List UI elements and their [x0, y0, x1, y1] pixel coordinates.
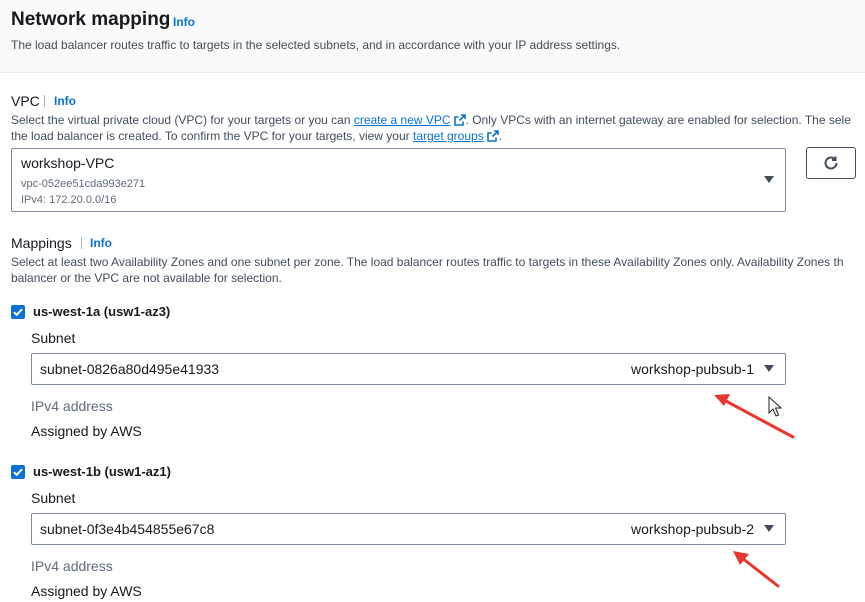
vpc-label-divider — [44, 95, 45, 107]
az-checkbox-us-west-1a[interactable] — [11, 305, 25, 319]
vpc-description-line-1: Select the virtual private cloud (VPC) f… — [11, 112, 851, 128]
refresh-icon — [824, 156, 838, 170]
external-link-icon — [453, 114, 466, 126]
ipv4-label-1: IPv4 address — [31, 398, 113, 414]
caret-down-icon — [764, 525, 774, 532]
annotation-arrow-icon — [714, 394, 795, 439]
annotation-overlay — [714, 394, 795, 588]
vpc-description-line-2: the load balancer is created. To confirm… — [11, 128, 502, 144]
section-header: Network mapping Info The load balancer r… — [0, 0, 865, 73]
external-link-icon — [486, 130, 499, 142]
ipv4-value-2: Assigned by AWS — [31, 583, 142, 599]
mappings-label-divider — [81, 237, 82, 249]
subnet-select-us-west-1b[interactable]: subnet-0f3e4b454855e67c8 workshop-pubsub… — [31, 513, 786, 545]
section-info-link[interactable]: Info — [173, 15, 195, 29]
vpc-desc-text-1: Select the virtual private cloud (VPC) f… — [11, 113, 354, 127]
vpc-selected-name: workshop-VPC — [21, 155, 115, 171]
subnet-label-2: Subnet — [31, 490, 76, 506]
ipv4-value-1: Assigned by AWS — [31, 423, 142, 439]
checkmark-icon — [13, 468, 23, 477]
target-groups-link-text[interactable]: target groups — [413, 129, 484, 143]
mappings-description-line-2: balancer or the VPC are not available fo… — [11, 271, 282, 285]
create-vpc-link-text[interactable]: create a new VPC — [354, 113, 451, 127]
mouse-cursor-icon — [768, 395, 783, 417]
mappings-info-link[interactable]: Info — [90, 236, 112, 250]
az-label-us-west-1a[interactable]: us-west-1a (usw1-az3) — [33, 304, 170, 319]
vpc-select[interactable]: workshop-VPC vpc-052ee51cda993e271 IPv4:… — [11, 148, 786, 212]
az-label-us-west-1b[interactable]: us-west-1b (usw1-az1) — [33, 464, 171, 479]
vpc-selected-cidr: IPv4: 172.20.0.0/16 — [21, 194, 117, 206]
subnet-select-us-west-1a[interactable]: subnet-0826a80d495e41933 workshop-pubsub… — [31, 353, 786, 385]
create-vpc-link[interactable]: create a new VPC — [354, 113, 466, 127]
mappings-description-line-1: Select at least two Availability Zones a… — [11, 255, 844, 269]
ipv4-label-2: IPv4 address — [31, 558, 113, 574]
mappings-label: Mappings — [11, 235, 72, 251]
checkmark-icon — [13, 308, 23, 317]
refresh-vpc-button[interactable] — [806, 147, 856, 179]
section-title: Network mapping — [11, 9, 171, 30]
vpc-label: VPC — [11, 93, 40, 109]
az-checkbox-us-west-1b[interactable] — [11, 465, 25, 479]
vpc-selected-id: vpc-052ee51cda993e271 — [21, 178, 146, 190]
target-groups-link[interactable]: target groups — [413, 129, 499, 143]
subnet-name-1: workshop-pubsub-1 — [631, 361, 754, 377]
vpc-desc-text-3: the load balancer is created. To confirm… — [11, 129, 413, 143]
subnet-name-2: workshop-pubsub-2 — [631, 521, 754, 537]
subnet-label-1: Subnet — [31, 330, 76, 346]
subnet-id-1: subnet-0826a80d495e41933 — [40, 361, 220, 377]
annotation-arrow-icon — [733, 551, 780, 588]
section-description: The load balancer routes traffic to targ… — [11, 38, 621, 52]
caret-down-icon — [764, 176, 774, 183]
vpc-desc-text-2: . Only VPCs with an internet gateway are… — [465, 113, 851, 127]
vpc-desc-text-4: . — [498, 129, 503, 143]
caret-down-icon — [764, 365, 774, 372]
vpc-info-link[interactable]: Info — [54, 94, 76, 108]
subnet-id-2: subnet-0f3e4b454855e67c8 — [40, 521, 215, 537]
